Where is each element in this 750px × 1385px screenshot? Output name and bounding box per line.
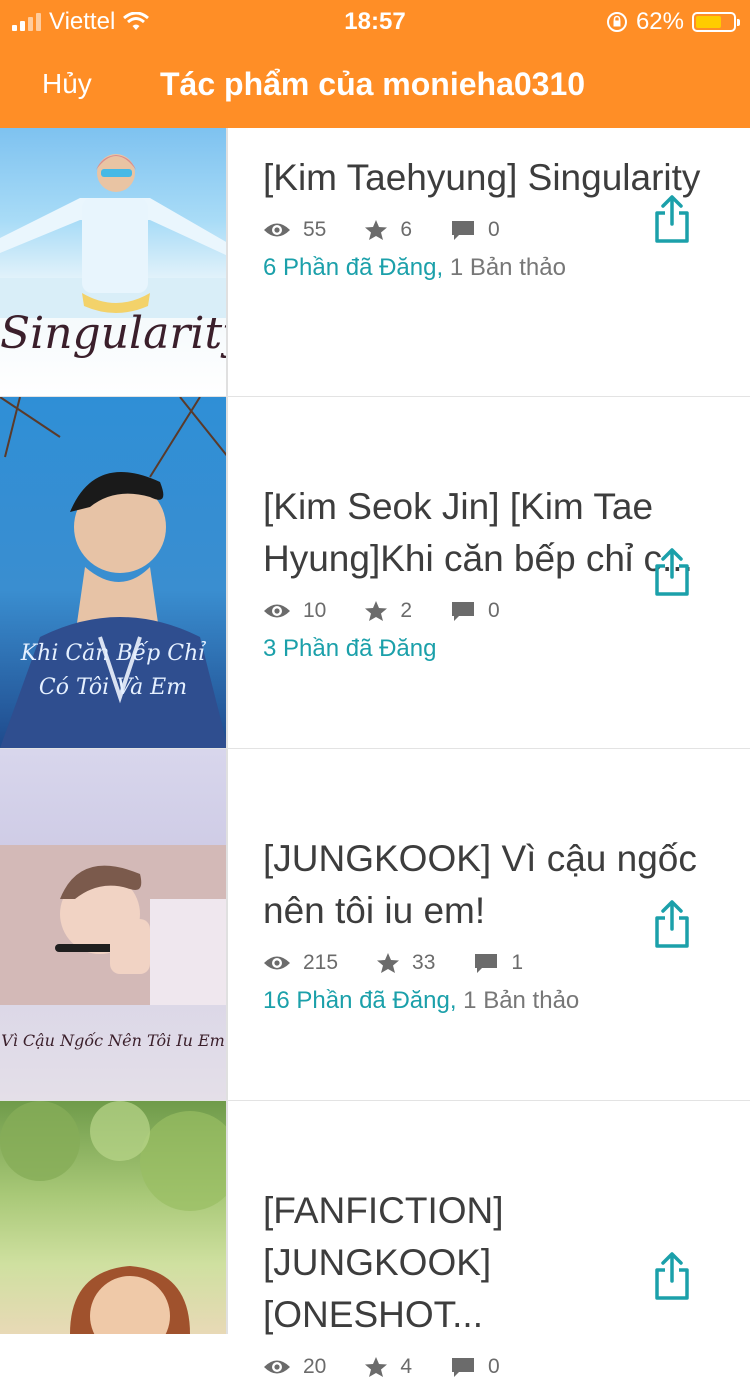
- share-icon[interactable]: [654, 899, 690, 949]
- eye-icon: [264, 604, 290, 618]
- star-icon: [365, 601, 388, 621]
- nav-bar: Hủy Tác phẩm của monieha0310: [0, 42, 750, 128]
- work-title-line: [JUNGKOOK] [ONESHOT...: [263, 1242, 492, 1335]
- work-row[interactable]: [FANFICTION] [JUNGKOOK] [ONESHOT... 20 4…: [0, 1101, 750, 1378]
- parts-summary: 3 Phần đã Đăng: [263, 635, 720, 663]
- work-info: [JUNGKOOK] Vì cậu ngốc nên tôi iu em! 21…: [263, 833, 720, 1015]
- cover-title: Singularity: [0, 308, 228, 359]
- share-icon[interactable]: [654, 1251, 690, 1301]
- works-list: Singularity [Kim Taehyung] Singularity 5…: [0, 128, 750, 1378]
- cancel-button[interactable]: Hủy: [42, 68, 92, 100]
- parts-summary: 6 Phần đã Đăng, 1 Bản thảo: [263, 254, 720, 282]
- work-stats: 215 33 1: [263, 945, 720, 981]
- published-parts: 3 Phần đã Đăng: [263, 635, 437, 662]
- rotation-lock-icon: [606, 12, 627, 32]
- work-title-line: nên tôi iu em!: [263, 890, 486, 931]
- status-right: 62%: [606, 8, 740, 36]
- work-stats: 10 2 0: [263, 593, 720, 629]
- work-title[interactable]: [Kim Seok Jin] [Kim Tae Hyung]Khi căn bế…: [263, 481, 720, 585]
- share-icon[interactable]: [654, 194, 690, 244]
- work-info: [FANFICTION] [JUNGKOOK] [ONESHOT... 20 4…: [263, 1185, 720, 1385]
- cover-image: Singularity: [0, 128, 228, 396]
- draft-parts: 1 Bản thảo: [449, 254, 566, 281]
- view-count: 55: [303, 218, 327, 241]
- vote-count: 6: [400, 218, 413, 241]
- battery-icon: [692, 12, 740, 32]
- comment-count: 1: [511, 951, 524, 974]
- published-parts: 6 Phần đã Đăng,: [263, 254, 444, 281]
- parts-summary: 16 Phần đã Đăng, 1 Bản thảo: [263, 987, 720, 1015]
- comment-count: 0: [488, 218, 500, 241]
- cover-image: Vì Cậu Ngốc Nên Tôi Iu Em: [0, 749, 228, 1100]
- eye-icon: [264, 1360, 290, 1374]
- cover-title: Vì Cậu Ngốc Nên Tôi Iu Em: [1, 1031, 225, 1050]
- comment-icon: [452, 221, 475, 240]
- work-title[interactable]: [Kim Taehyung] Singularity: [263, 152, 720, 204]
- share-icon[interactable]: [654, 547, 690, 597]
- star-icon: [365, 220, 388, 240]
- work-stats: 20 4 0: [263, 1349, 720, 1385]
- eye-icon: [264, 956, 290, 970]
- work-title[interactable]: [JUNGKOOK] Vì cậu ngốc nên tôi iu em!: [263, 833, 720, 937]
- work-title-line: [Kim Seok Jin] [Kim Tae: [263, 486, 654, 527]
- work-title-line: [FANFICTION]: [263, 1190, 504, 1231]
- view-count: 10: [303, 599, 327, 622]
- work-row[interactable]: Vì Cậu Ngốc Nên Tôi Iu Em [JUNGKOOK] Vì …: [0, 749, 750, 1101]
- work-title-line: Hyung]Khi căn bếp chỉ c...: [263, 538, 693, 579]
- work-title[interactable]: [FANFICTION] [JUNGKOOK] [ONESHOT...: [263, 1185, 720, 1341]
- comment-icon: [475, 954, 498, 973]
- page-title: Tác phẩm của monieha0310: [160, 66, 586, 102]
- comment-count: 0: [488, 1355, 500, 1378]
- star-icon: [377, 953, 400, 973]
- work-title-line: [JUNGKOOK] Vì cậu ngốc: [263, 838, 697, 879]
- work-row[interactable]: Khi Căn Bếp Chỉ Có Tôi Và Em [Kim Seok J…: [0, 397, 750, 749]
- cover-title: Khi Căn Bếp Chỉ Có Tôi Và Em: [20, 641, 206, 700]
- comment-icon: [452, 1358, 475, 1377]
- work-stats: 55 6 0: [263, 212, 720, 248]
- vote-count: 4: [400, 1355, 413, 1378]
- status-bar: Viettel 18:57 62%: [0, 0, 750, 42]
- published-parts: 16 Phần đã Đăng,: [263, 987, 457, 1014]
- vote-count: 33: [412, 951, 436, 974]
- app-header: Viettel 18:57 62% Hủy Tác phẩm của monie…: [0, 0, 750, 128]
- work-row[interactable]: Singularity [Kim Taehyung] Singularity 5…: [0, 128, 750, 397]
- battery-percent: 62%: [635, 8, 684, 35]
- view-count: 20: [303, 1355, 327, 1378]
- star-icon: [365, 1357, 388, 1377]
- view-count: 215: [303, 951, 339, 974]
- work-title-line: [Kim Taehyung] Singularity: [263, 157, 701, 198]
- vote-count: 2: [400, 599, 413, 622]
- draft-parts: 1 Bản thảo: [463, 987, 580, 1014]
- cover-illustration: [0, 1101, 226, 1334]
- cover-image: Khi Căn Bếp Chỉ Có Tôi Và Em: [0, 397, 228, 748]
- comment-icon: [452, 602, 475, 621]
- work-info: [Kim Seok Jin] [Kim Tae Hyung]Khi căn bế…: [263, 481, 720, 663]
- eye-icon: [264, 223, 290, 237]
- work-info: [Kim Taehyung] Singularity 55 6 0 6 Phần…: [263, 152, 720, 282]
- comment-count: 0: [488, 599, 500, 622]
- cover-image: [0, 1101, 228, 1334]
